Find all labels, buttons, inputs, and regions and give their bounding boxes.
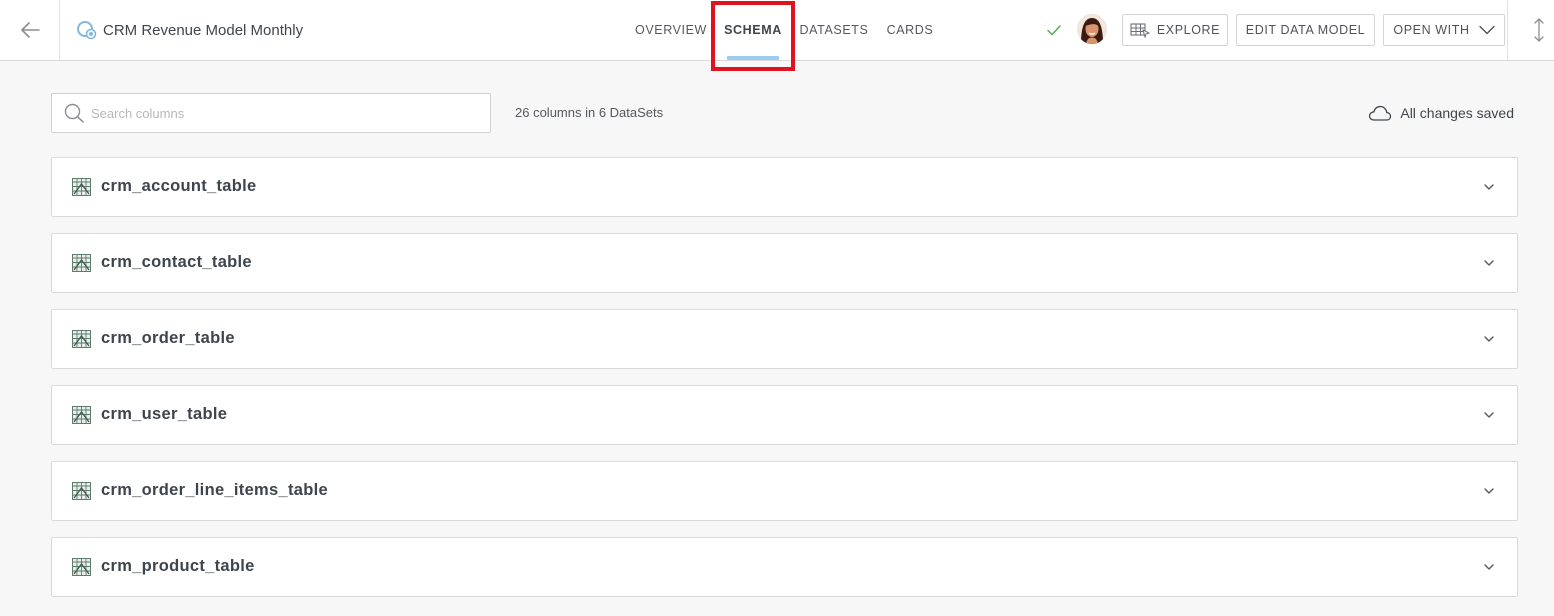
chevron-down-icon [1484,184,1494,190]
table-icon [72,254,91,272]
chevron-down-icon [1484,564,1494,570]
search-box [51,93,491,133]
dataset-row-crm-user-table[interactable]: crm_user_table [51,385,1518,445]
dataset-row-crm-product-table[interactable]: crm_product_table [51,537,1518,597]
tab-schema[interactable]: SCHEMA [719,0,787,60]
tab-cards[interactable]: CARDS [882,0,938,60]
back-button[interactable] [0,0,60,60]
header-divider [1507,0,1508,60]
dataset-name: crm_order_line_items_table [101,481,328,499]
top-header: CRM Revenue Model Monthly OVERVIEW SCHEM… [0,0,1554,71]
column-count: 26 columns in 6 DataSets [515,105,664,120]
save-status-text: All changes saved [1400,105,1514,121]
chevron-down-icon [1484,260,1494,266]
cloud-icon [1369,105,1392,121]
chevron-down-icon [1484,412,1494,418]
check-icon [1047,25,1061,36]
table-icon [72,406,91,424]
tab-datasets[interactable]: DATASETS [796,0,872,60]
explore-icon [1130,23,1150,38]
explore-button[interactable]: EXPLORE [1122,14,1228,46]
edit-data-model-label: EDIT DATA MODEL [1245,23,1366,37]
avatar[interactable] [1077,14,1107,44]
table-icon [72,178,91,196]
dataset-list: crm_account_table crm_contact_table crm_… [51,157,1518,613]
active-tab-indicator [727,56,779,60]
chevron-down-icon [1478,25,1495,35]
open-with-button[interactable]: OPEN WITH [1383,14,1505,46]
dataset-name: crm_user_table [101,405,228,423]
explore-label: EXPLORE [1156,23,1221,37]
data-model-icon [76,19,98,41]
model-title: CRM Revenue Model Monthly [76,18,303,42]
edit-data-model-button[interactable]: EDIT DATA MODEL [1236,14,1375,46]
page-title: CRM Revenue Model Monthly [103,21,304,39]
dataset-name: crm_product_table [101,557,255,575]
dataset-row-crm-account-table[interactable]: crm_account_table [51,157,1518,217]
chevron-down-icon [1484,336,1494,342]
chevron-down-icon [1484,488,1494,494]
expand-vertical-icon[interactable] [1531,17,1547,43]
dataset-name: crm_account_table [101,177,257,195]
search-icon [64,103,84,123]
dataset-name: crm_contact_table [101,253,252,271]
save-status: All changes saved [1368,103,1514,123]
dataset-row-crm-contact-table[interactable]: crm_contact_table [51,233,1518,293]
arrow-left-icon [20,22,40,38]
dataset-name: crm_order_table [101,329,235,347]
table-icon [72,482,91,500]
open-with-label: OPEN WITH [1393,23,1470,37]
table-icon [72,330,91,348]
dataset-row-crm-order-line-items-table[interactable]: crm_order_line_items_table [51,461,1518,521]
table-icon [72,558,91,576]
dataset-row-crm-order-table[interactable]: crm_order_table [51,309,1518,369]
tab-overview[interactable]: OVERVIEW [631,0,711,60]
search-input[interactable] [91,105,471,121]
